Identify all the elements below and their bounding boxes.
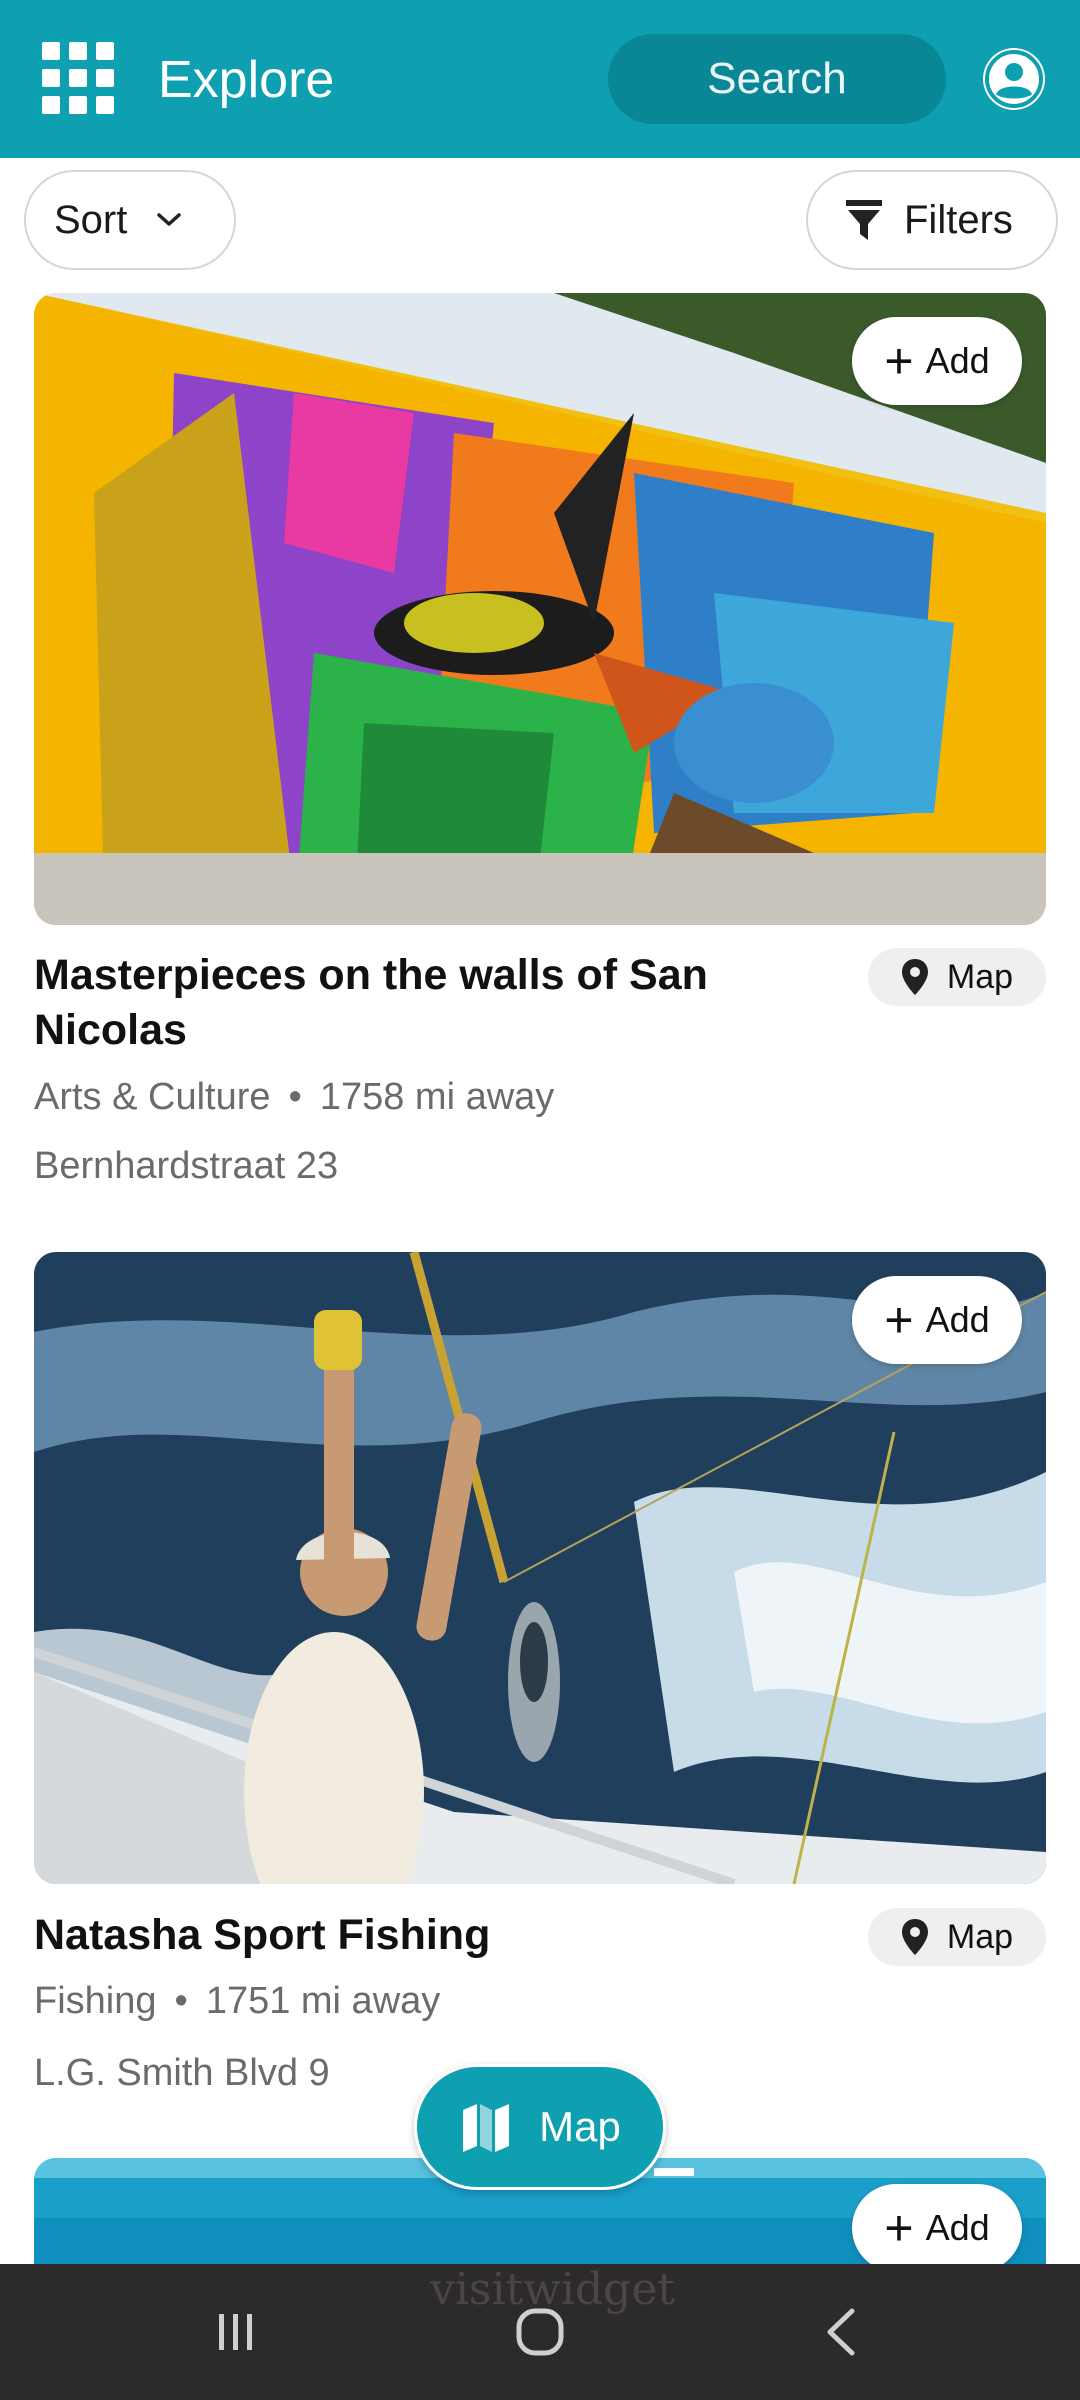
app-header: Explore Search	[0, 0, 1080, 158]
plus-icon: +	[884, 2200, 914, 2256]
card-distance: 1758 mi away	[319, 1076, 555, 1118]
map-view-label: Map	[539, 2103, 621, 2150]
location-pin-icon	[901, 959, 928, 995]
location-pin-icon	[901, 1919, 928, 1955]
card-title[interactable]: Natasha Sport Fishing	[34, 1908, 804, 1963]
meta-separator: •	[288, 1076, 302, 1118]
card-image-mural[interactable]: + Add	[34, 293, 1046, 925]
system-nav-bar: visitwidget	[0, 2264, 1080, 2400]
card-distance: 1751 mi away	[205, 1980, 441, 2022]
map-chip-button[interactable]: Map	[868, 1908, 1046, 1966]
card-address: L.G. Smith Blvd 9	[34, 2052, 330, 2094]
chevron-down-icon	[157, 213, 182, 226]
filters-button[interactable]: Filters	[806, 170, 1058, 270]
card-meta: Fishing • 1751 mi away	[34, 1980, 440, 2023]
back-icon[interactable]	[800, 2294, 880, 2370]
folded-map-icon	[463, 2104, 510, 2152]
account-icon[interactable]	[983, 48, 1045, 110]
map-chip-button[interactable]: Map	[868, 948, 1046, 1006]
card-address: Bernhardstraat 23	[34, 1145, 339, 1187]
add-label: Add	[925, 1299, 990, 1340]
card-category: Fishing	[34, 1980, 157, 2022]
card-category: Arts & Culture	[34, 1076, 271, 1118]
add-label: Add	[925, 2207, 990, 2248]
page-title: Explore	[158, 51, 335, 109]
add-button[interactable]: + Add	[852, 2184, 1022, 2264]
home-icon[interactable]	[500, 2294, 580, 2370]
map-view-button[interactable]: Map	[414, 2064, 666, 2190]
plus-icon: +	[884, 1292, 914, 1348]
card-meta: Arts & Culture • 1758 mi away	[34, 1076, 554, 1119]
map-chip-label: Map	[946, 1917, 1014, 1956]
search-button[interactable]: Search	[608, 34, 946, 124]
sort-button[interactable]: Sort	[24, 170, 236, 270]
sort-label: Sort	[54, 197, 128, 242]
map-chip-label: Map	[946, 957, 1014, 996]
plus-icon: +	[884, 333, 914, 389]
card-title[interactable]: Masterpieces on the walls of San Nicolas	[34, 948, 804, 1058]
add-label: Add	[925, 340, 990, 381]
add-button[interactable]: + Add	[852, 1276, 1022, 1364]
meta-separator: •	[174, 1980, 188, 2022]
card-image-fishing[interactable]: + Add	[34, 1252, 1046, 1884]
filter-funnel-icon	[846, 200, 882, 240]
apps-grid-icon[interactable]	[42, 42, 114, 114]
filters-label: Filters	[904, 197, 1013, 242]
recent-apps-icon[interactable]	[196, 2294, 276, 2370]
add-button[interactable]: + Add	[852, 317, 1022, 405]
